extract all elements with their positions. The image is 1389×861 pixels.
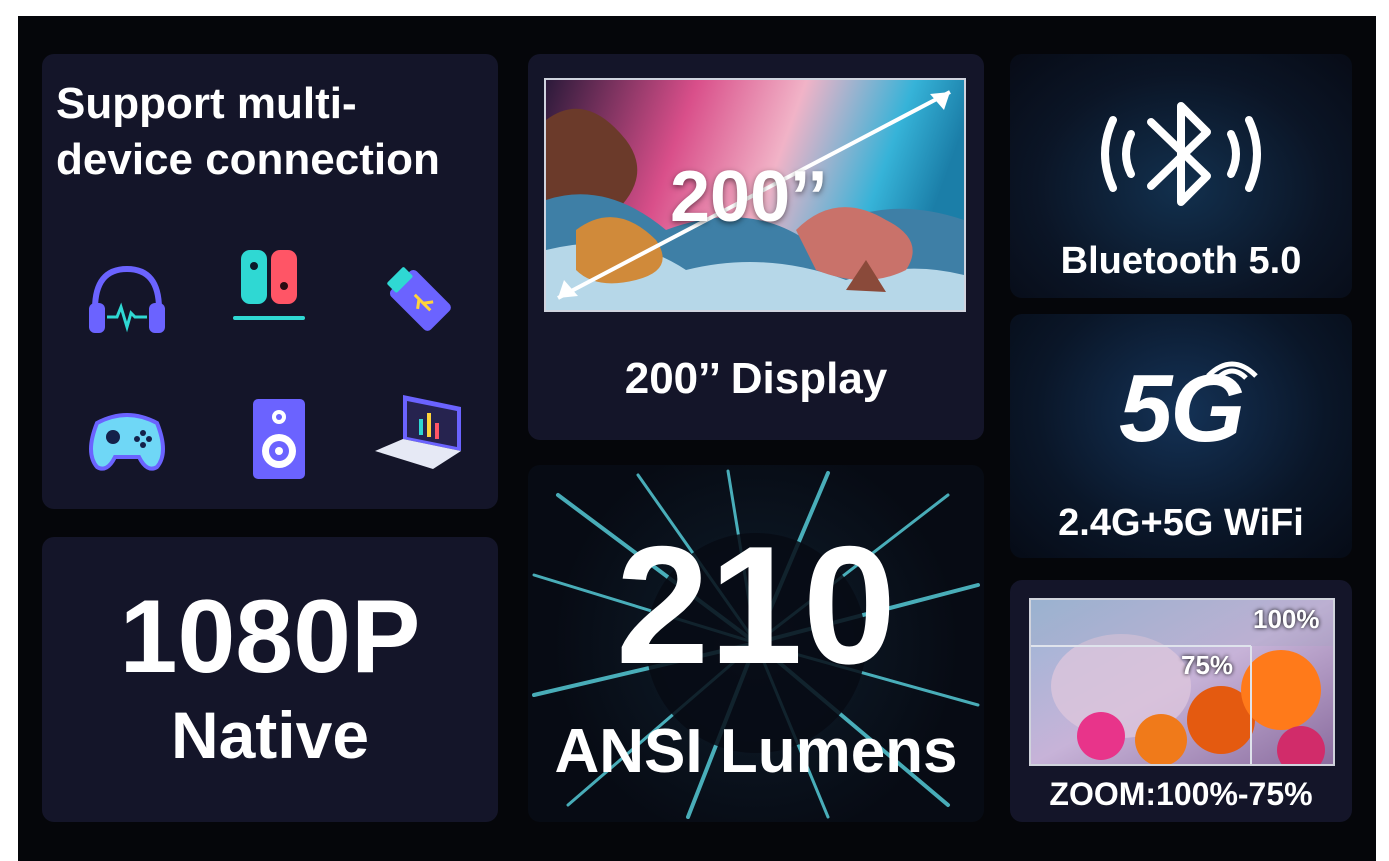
wifi-card: 5G 2.4G+5G WiFi xyxy=(1010,314,1352,558)
zoom-label-100: 100% xyxy=(1253,604,1320,634)
multi-device-title: Support multi-device connection xyxy=(56,79,440,184)
speaker-icon xyxy=(224,384,334,494)
gamepad-icon xyxy=(72,386,182,496)
resolution-value: 1080P xyxy=(119,579,421,695)
zoom-demo-image: 100% 75% xyxy=(1029,598,1335,766)
zoom-caption: ZOOM:100%-75% xyxy=(1049,776,1313,812)
resolution-label: Native xyxy=(170,698,370,772)
5g-logo: 5G xyxy=(1118,355,1245,462)
brightness-unit: ANSI Lumens xyxy=(554,717,958,786)
bluetooth-caption: Bluetooth 5.0 xyxy=(1060,240,1302,282)
headphones-icon xyxy=(72,244,182,354)
feature-panel: Support multi-device connection 1080P Na… xyxy=(18,16,1376,861)
display-size-card: 200’’ 200’’ Display xyxy=(528,54,984,440)
zoom-card: 100% 75% ZOOM:100%-75% xyxy=(1010,580,1352,822)
zoom-label-75: 75% xyxy=(1181,650,1234,680)
native-resolution-card: 1080P Native xyxy=(42,537,498,822)
bluetooth-card: Bluetooth 5.0 xyxy=(1010,54,1352,298)
game-console-icon xyxy=(214,229,324,339)
laptop-icon xyxy=(364,378,474,488)
multi-device-card: Support multi-device connection xyxy=(42,54,498,509)
bluetooth-icon xyxy=(1091,84,1271,229)
display-caption: 200’’ Display xyxy=(624,354,888,403)
display-landscape-image: 200’’ xyxy=(544,78,966,312)
usb-stick-icon xyxy=(364,244,474,354)
display-size-overlay: 200’’ xyxy=(670,157,828,237)
brightness-card: 210 ANSI Lumens xyxy=(528,465,984,822)
brightness-value: 210 xyxy=(615,511,897,699)
wifi-caption: 2.4G+5G WiFi xyxy=(1058,502,1304,544)
